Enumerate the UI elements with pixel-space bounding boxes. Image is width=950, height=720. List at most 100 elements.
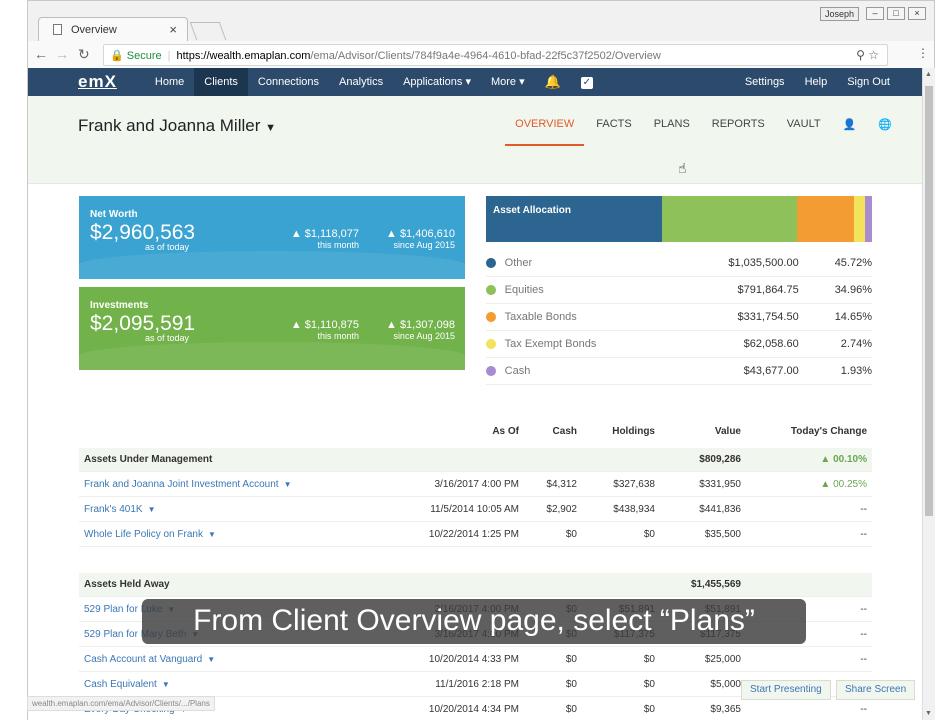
allocation-value: $331,754.50 — [737, 311, 799, 323]
account-link[interactable]: Whole Life Policy on Frank ▼ — [84, 529, 216, 540]
allocation-segment[interactable] — [864, 196, 872, 242]
cell-as-of: 11/5/2014 10:05 AM — [430, 504, 519, 515]
allocation-segment[interactable] — [797, 196, 854, 242]
col-todays-change: Today's Change — [790, 426, 867, 437]
accounts-table-header: As Of Cash Holdings Value Today's Change — [79, 426, 872, 448]
col-value: Value — [714, 426, 741, 437]
tab-vault[interactable]: VAULT — [787, 118, 821, 131]
cell-value: $9,365 — [710, 704, 741, 715]
investments-label: Investments — [90, 300, 149, 311]
allocation-name: Equities — [504, 284, 544, 296]
nav-more[interactable]: More ▾ — [481, 68, 535, 96]
allocation-name: Taxable Bonds — [504, 311, 577, 323]
allocation-segment[interactable] — [853, 196, 865, 242]
cell-value: $35,500 — [704, 529, 741, 540]
legend-dot-icon — [486, 366, 496, 376]
cell-value: $331,950 — [699, 479, 741, 490]
window-frame-left — [0, 0, 27, 720]
nav-help[interactable]: Help — [805, 76, 828, 88]
back-icon[interactable]: ← — [34, 46, 48, 62]
scrollbar[interactable]: ▲ ▼ — [922, 68, 935, 720]
tab-overview[interactable]: OVERVIEW — [505, 118, 585, 146]
chevron-down-icon[interactable]: ▼ — [148, 505, 156, 514]
close-tab-icon[interactable]: × — [169, 22, 177, 37]
account-link[interactable]: Cash Equivalent ▼ — [84, 679, 170, 690]
investments-month: ▲ $1,110,875 this month — [290, 319, 359, 341]
account-link[interactable]: Cash Account at Vanguard ▼ — [84, 654, 215, 665]
group-title: Assets Under Management — [84, 454, 213, 465]
tab-reports[interactable]: REPORTS — [712, 118, 765, 131]
url-host: https://wealth.emaplan.com — [176, 50, 311, 62]
client-name: Frank and Joanna Miller — [78, 116, 261, 135]
nav-settings[interactable]: Settings — [745, 76, 785, 88]
forward-icon[interactable]: → — [55, 46, 69, 62]
allocation-bar[interactable] — [486, 196, 872, 242]
table-row[interactable]: Cash Account at Vanguard ▼ 10/20/2014 4:33… — [79, 648, 872, 672]
zoom-star-icons[interactable]: ⚲ ☆ — [856, 48, 879, 62]
globe-icon[interactable]: 🌐 — [878, 118, 892, 131]
group-change: ▲ 00.10% — [820, 454, 867, 465]
allocation-row[interactable]: Other $1,035,500.00 45.72% — [486, 250, 872, 277]
reload-icon[interactable]: ↻ — [78, 46, 90, 63]
chevron-down-icon: ▼ — [265, 122, 276, 134]
bell-icon[interactable]: 🔔 — [535, 68, 571, 96]
account-link[interactable]: Frank's 401K ▼ — [84, 504, 156, 515]
start-presenting-button[interactable]: Start Presenting — [741, 680, 831, 700]
allocation-row[interactable]: Equities $791,864.75 34.96% — [486, 277, 872, 304]
account-link[interactable]: Frank and Joanna Joint Investment Accoun… — [84, 479, 291, 490]
checkbox-icon[interactable]: ✓ — [571, 68, 603, 96]
legend-dot-icon — [486, 312, 496, 322]
chevron-down-icon[interactable]: ▼ — [208, 530, 216, 539]
nav-clients[interactable]: Clients — [194, 68, 248, 96]
net-worth-month: ▲ $1,118,077 this month — [290, 228, 359, 250]
browser-tab[interactable]: Overview × — [38, 17, 188, 41]
allocation-row[interactable]: Tax Exempt Bonds $62,058.60 2.74% — [486, 331, 872, 358]
allocation-pct: 45.72% — [834, 257, 872, 269]
table-row[interactable]: Frank's 401K ▼ 11/5/2014 10:05 AM $2,902 $43… — [79, 498, 872, 522]
cell-cash: $0 — [565, 529, 577, 540]
cell-change: -- — [860, 704, 867, 715]
tab-facts[interactable]: FACTS — [596, 118, 631, 131]
allocation-row[interactable]: Cash $43,677.00 1.93% — [486, 358, 872, 385]
cell-holdings: $0 — [643, 529, 655, 540]
share-screen-button[interactable]: Share Screen — [836, 680, 916, 700]
chevron-down-icon[interactable]: ▼ — [284, 480, 292, 489]
group-value: $809,286 — [699, 454, 741, 465]
allocation-segment[interactable] — [662, 196, 798, 242]
investments-card[interactable]: Investments $2,095,591 as of today ▲ $1,… — [79, 287, 465, 370]
minimize-icon[interactable]: – — [866, 7, 884, 20]
user-icon[interactable]: 👤 — [843, 118, 857, 131]
cell-cash: $0 — [565, 679, 577, 690]
emx-logo[interactable]: emX — [78, 72, 117, 92]
table-row[interactable]: Frank and Joanna Joint Investment Accoun… — [79, 473, 872, 497]
menu-icon[interactable]: ⋮ — [917, 46, 929, 60]
lock-icon: 🔒 — [110, 50, 124, 62]
table-group-header: Assets Under Management $809,286 ▲ 00.10% — [79, 448, 872, 472]
nav-home[interactable]: Home — [145, 68, 194, 96]
chevron-down-icon[interactable]: ▼ — [162, 680, 170, 689]
maximize-icon[interactable]: □ — [887, 7, 905, 20]
allocation-value: $1,035,500.00 — [728, 257, 799, 269]
new-tab-button[interactable] — [189, 22, 227, 40]
nav-analytics[interactable]: Analytics — [329, 68, 393, 96]
allocation-row[interactable]: Taxable Bonds $331,754.50 14.65% — [486, 304, 872, 331]
tutorial-caption: From Client Overview page, select “Plans… — [142, 599, 806, 644]
client-name-dropdown[interactable]: Frank and Joanna Miller ▼ — [78, 116, 276, 136]
url-input[interactable]: 🔒 Secure | https://wealth.emaplan.com/ema/… — [103, 44, 888, 66]
status-bar-url: wealth.emaplan.com/ema/Advisor/Clients/.… — [27, 696, 215, 711]
profile-button[interactable]: Joseph — [819, 7, 859, 21]
chevron-down-icon[interactable]: ▼ — [207, 655, 215, 664]
allocation-segment[interactable] — [486, 196, 663, 242]
top-nav: emX Home Clients Connections Analytics A… — [28, 68, 922, 96]
nav-right: Settings Help Sign Out — [745, 76, 890, 88]
cell-cash: $2,902 — [546, 504, 577, 515]
legend-dot-icon — [486, 285, 496, 295]
nav-connections[interactable]: Connections — [248, 68, 329, 96]
nav-applications[interactable]: Applications ▾ — [393, 68, 481, 96]
tab-plans[interactable]: PLANS — [654, 118, 690, 131]
nav-sign-out[interactable]: Sign Out — [847, 76, 890, 88]
table-row[interactable]: Whole Life Policy on Frank ▼ 10/22/2014 1:… — [79, 523, 872, 547]
net-worth-card[interactable]: Net Worth $2,960,563 as of today ▲ $1,11… — [79, 196, 465, 279]
close-window-icon[interactable]: × — [908, 7, 926, 20]
client-tabs: OVERVIEW FACTS PLANS REPORTS VAULT 👤 🌐 — [505, 118, 892, 146]
